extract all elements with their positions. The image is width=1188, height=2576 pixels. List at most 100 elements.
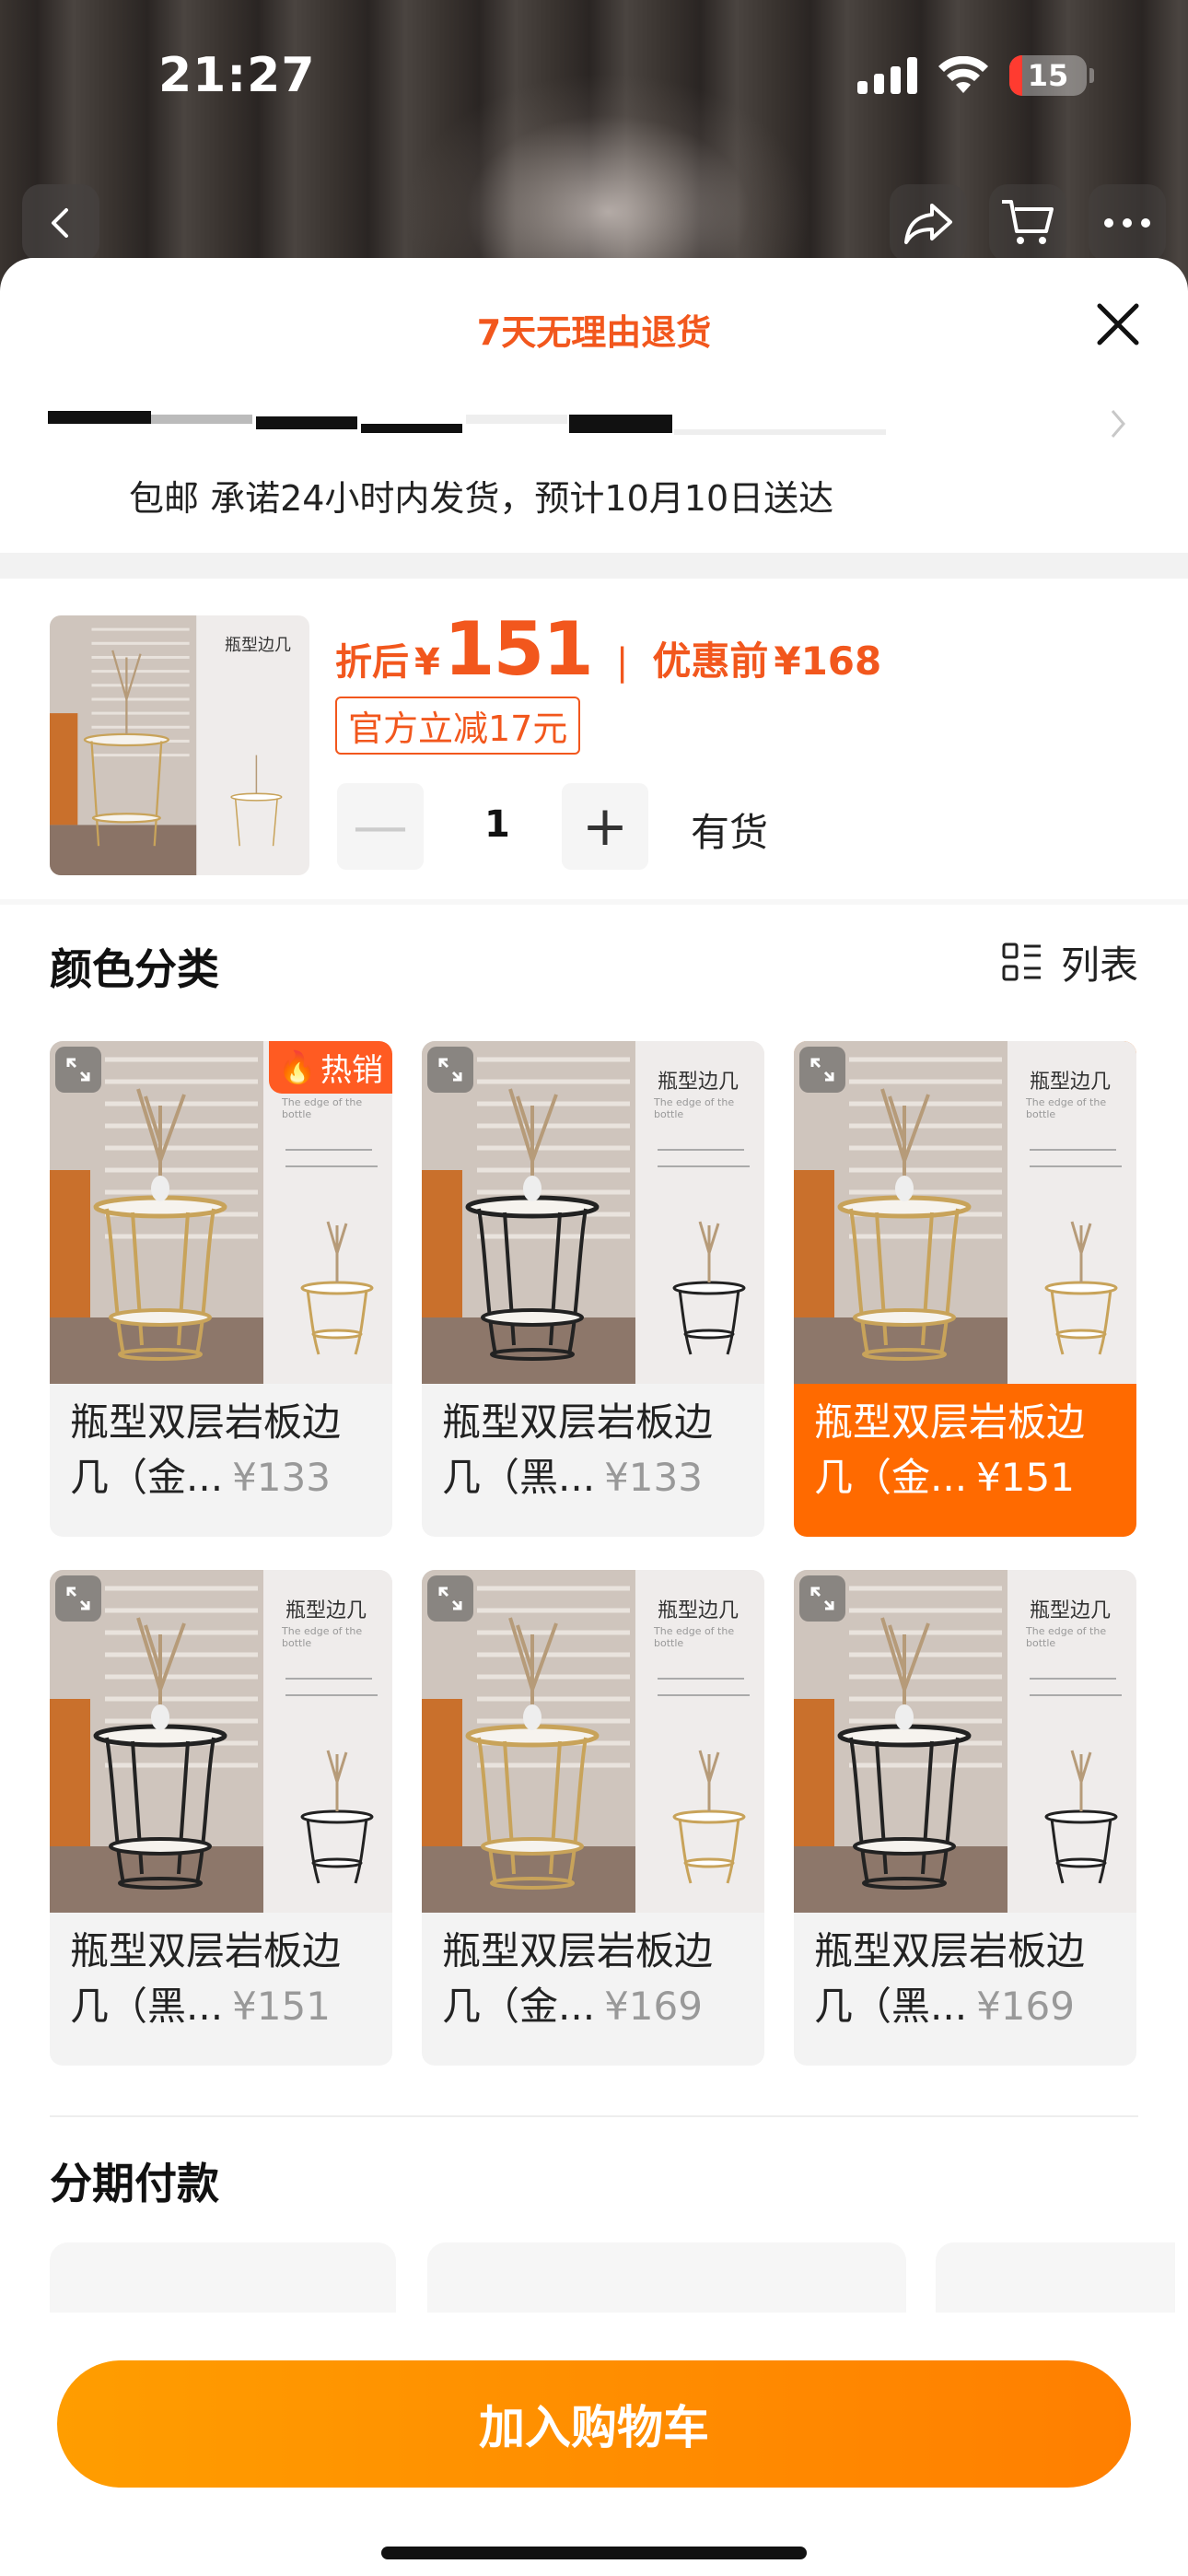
expand-icon[interactable]: [55, 1047, 101, 1093]
battery-level: 15: [1027, 58, 1069, 93]
color-option-card[interactable]: 瓶型边几 The edge of the bottle 瓶型双层岩板边 几（黑... ¥…: [50, 1570, 392, 2066]
color-option-card[interactable]: 瓶型边几The edge of the bottle🔥热销瓶型双层岩板边几（金.…: [50, 1041, 392, 1537]
cart-button[interactable]: [989, 184, 1066, 262]
color-option-line1: 瓶型双层岩板边: [442, 1928, 714, 1973]
shopping-cart-icon: [1002, 200, 1054, 244]
thumbnail-label: 瓶型边几: [225, 636, 291, 655]
redacted-block: [466, 415, 567, 424]
image-sublabel: The edge of the bottle: [1026, 1096, 1107, 1120]
expand-icon[interactable]: [427, 1047, 473, 1093]
divider: [0, 899, 1188, 905]
color-option-name: 瓶型双层岩板边 几（金... ¥169: [442, 1924, 755, 2034]
color-option-card[interactable]: 瓶型边几 The edge of the bottle 瓶型双层岩板边 几（金... ¥…: [422, 1570, 764, 2066]
quantity-decrease-button[interactable]: —: [337, 783, 424, 870]
color-option-line1: 瓶型双层岩板边: [70, 1928, 342, 1973]
redacted-block: [48, 411, 151, 424]
expand-icon[interactable]: [799, 1575, 845, 1622]
redacted-block: [674, 429, 886, 435]
color-option-price: ¥169: [604, 1984, 703, 2029]
cellular-signal-icon: [857, 57, 917, 94]
quantity-value[interactable]: 1: [484, 803, 510, 846]
color-option-price: ¥133: [232, 1455, 331, 1500]
share-button[interactable]: [890, 184, 967, 262]
expand-icon[interactable]: [799, 1047, 845, 1093]
more-dots-icon: [1104, 218, 1150, 228]
color-option-price: ¥151: [232, 1984, 331, 2029]
sheet-title: 7天无理由退货: [476, 312, 712, 353]
installment-title: 分期付款: [50, 2159, 219, 2208]
color-option-line1: 瓶型双层岩板边: [442, 1399, 714, 1445]
add-to-cart-button[interactable]: 加入购物车: [57, 2360, 1131, 2488]
chevron-left-icon: [52, 208, 68, 238]
color-option-price: ¥169: [976, 1984, 1075, 2029]
price-value: 151: [443, 606, 594, 692]
price-currency: ¥: [414, 641, 440, 684]
sku-selection-sheet: 7天无理由退货 包邮 承诺24小时内发货，预计10月10日送达 瓶型边几 折后 …: [0, 258, 1188, 2576]
divider: [50, 2115, 1138, 2117]
image-sublabel: The edge of the bottle: [282, 1625, 363, 1649]
list-icon: [1002, 943, 1041, 980]
share-icon: [904, 204, 952, 244]
hot-badge: 🔥 热销: [268, 1041, 392, 1094]
color-option-name: 瓶型双层岩板边 几（黑... ¥169: [814, 1924, 1127, 2034]
image-sublabel: The edge of the bottle: [654, 1096, 735, 1120]
shipping-info: 包邮 承诺24小时内发货，预计10月10日送达: [129, 478, 834, 519]
color-option-card[interactable]: 瓶型边几 The edge of the bottle 瓶型双层岩板边 几（黑... ¥…: [422, 1041, 764, 1537]
color-option-line1: 瓶型双层岩板边: [814, 1928, 1086, 1973]
redacted-block: [361, 424, 462, 433]
image-sublabel: The edge of the bottle: [1026, 1625, 1107, 1649]
color-option-line2: 几（金...: [442, 1984, 596, 2029]
redacted-block: [151, 415, 252, 424]
color-option-name: 瓶型双层岩板边 几（金... ¥151: [814, 1395, 1127, 1505]
color-option-name: 瓶型双层岩板边 几（黑... ¥151: [70, 1924, 383, 2034]
list-view-toggle[interactable]: 列表: [1000, 934, 1138, 990]
color-option-image: 瓶型边几 The edge of the bottle: [50, 1570, 392, 1913]
close-icon[interactable]: [1090, 297, 1146, 352]
color-option-line2: 几（黑...: [70, 1984, 224, 2029]
divider: [0, 553, 1188, 579]
back-button[interactable]: [22, 184, 99, 262]
price-before-label: 优惠前: [652, 638, 769, 684]
color-option-price: ¥151: [976, 1455, 1075, 1500]
status-time: 21:27: [158, 48, 316, 103]
battery-icon: 15: [1009, 55, 1094, 96]
color-option-price: ¥133: [604, 1455, 703, 1500]
stock-status: 有货: [691, 810, 769, 855]
image-label: 瓶型边几: [285, 1599, 367, 1622]
expand-icon[interactable]: [427, 1575, 473, 1622]
redacted-block: [256, 416, 357, 429]
color-option-line2: 几（黑...: [814, 1984, 968, 2029]
price-label: 折后: [335, 641, 409, 684]
price-row: 折后 ¥ 151 | 优惠前 ¥168: [335, 606, 881, 692]
expand-icon[interactable]: [55, 1575, 101, 1622]
image-label: 瓶型边几: [1030, 1071, 1112, 1094]
image-label: 瓶型边几: [1030, 1599, 1112, 1622]
color-option-image: 瓶型边几 The edge of the bottle: [794, 1570, 1136, 1913]
color-option-name: 瓶型双层岩板边 几（黑... ¥133: [442, 1395, 755, 1505]
color-option-card[interactable]: 瓶型边几 The edge of the bottle 瓶型双层岩板边 几（金... ¥…: [794, 1041, 1136, 1537]
color-option-line1: 瓶型双层岩板边: [70, 1399, 342, 1445]
address-row[interactable]: [48, 405, 1135, 442]
flame-icon: 🔥: [277, 1048, 317, 1086]
chevron-right-icon: [1111, 410, 1125, 438]
price-separator: |: [615, 641, 629, 684]
hot-badge-label: 热销: [320, 1052, 383, 1089]
color-option-line2: 几（金...: [814, 1455, 968, 1500]
discount-tag: 官方立减17元: [335, 697, 581, 755]
color-option-image: 瓶型边几 The edge of the bottle: [422, 1570, 764, 1913]
price-before-value: ¥168: [774, 638, 882, 684]
color-option-image: 瓶型边几The edge of the bottle: [422, 1041, 764, 1384]
color-option-name: 瓶型双层岩板边 几（金... ¥133: [70, 1395, 383, 1505]
product-thumbnail[interactable]: 瓶型边几: [50, 615, 309, 875]
image-sublabel: The edge of the bottle: [654, 1625, 735, 1649]
image-label: 瓶型边几: [658, 1071, 740, 1094]
color-section-title: 颜色分类: [50, 944, 219, 994]
color-option-line2: 几（黑...: [442, 1455, 596, 1500]
color-option-line1: 瓶型双层岩板边: [814, 1399, 1086, 1445]
color-option-line2: 几（金...: [70, 1455, 224, 1500]
image-label: 瓶型边几: [658, 1599, 740, 1622]
color-option-card[interactable]: 瓶型边几 The edge of the bottle 瓶型双层岩板边 几（黑... ¥…: [794, 1570, 1136, 2066]
status-icons: 15: [857, 55, 1094, 96]
more-button[interactable]: [1089, 184, 1166, 262]
quantity-increase-button[interactable]: +: [562, 783, 648, 870]
